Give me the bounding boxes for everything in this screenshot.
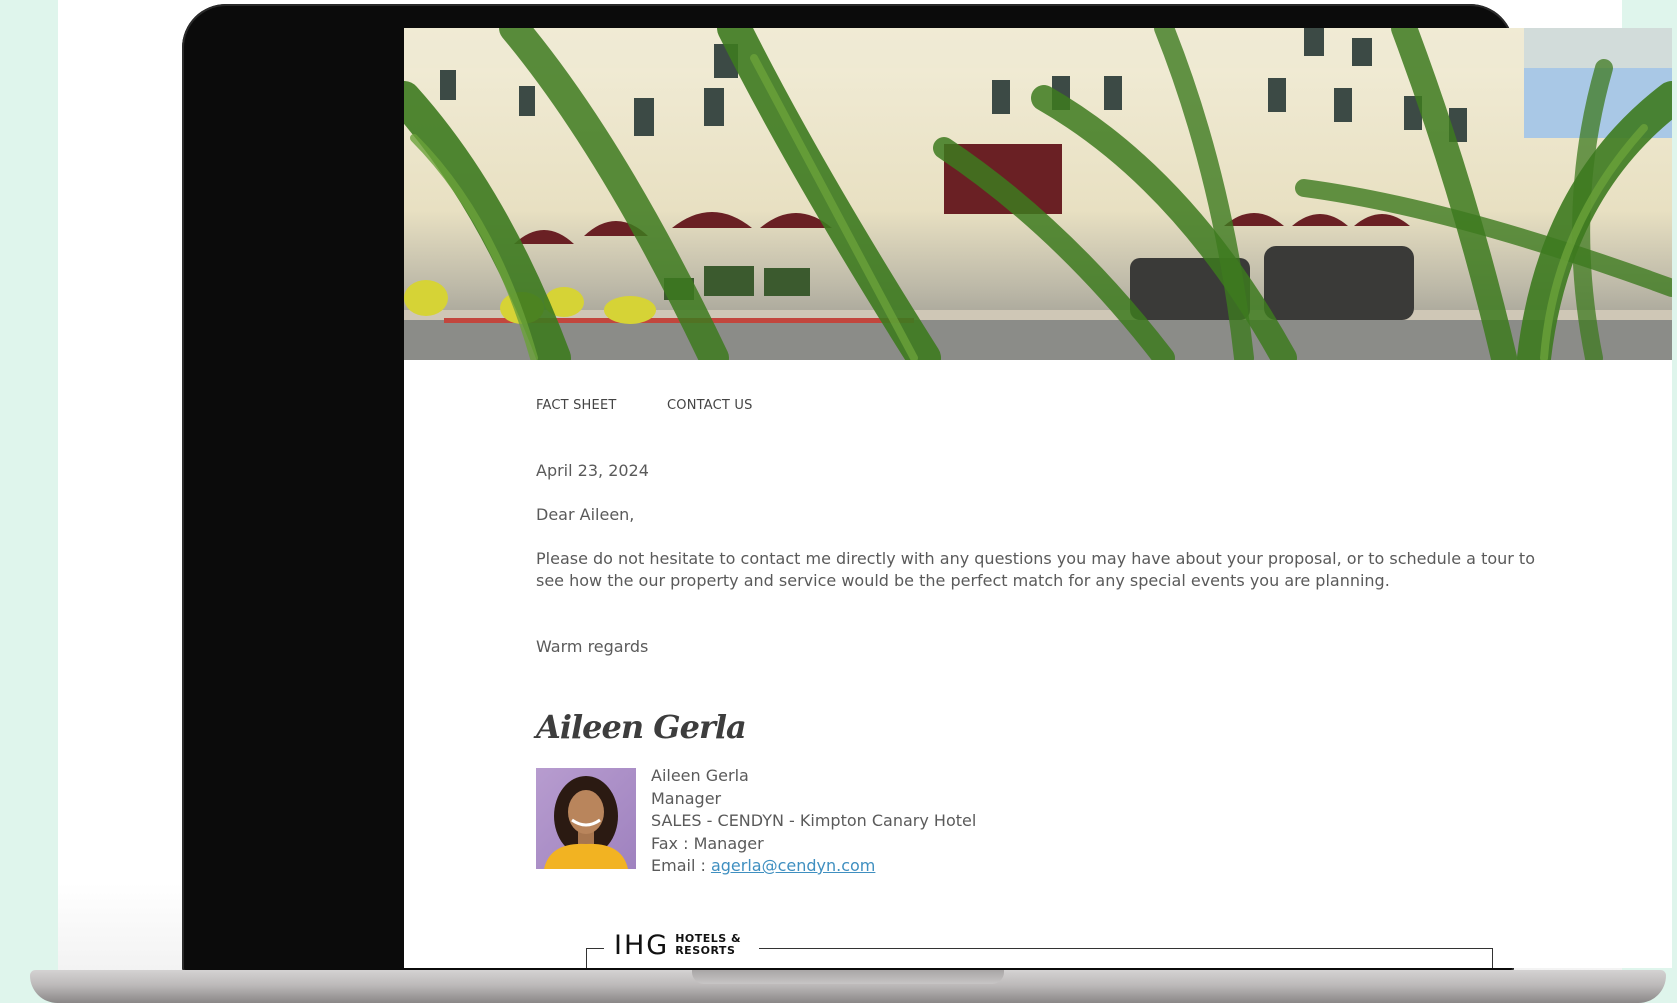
email-link[interactable]: agerla@cendyn.com xyxy=(711,856,875,875)
ihg-logo-words: HOTELS & RESORTS xyxy=(675,933,741,957)
nav-contact-us[interactable]: CONTACT US xyxy=(667,398,753,413)
letter-greeting: Dear Aileen, xyxy=(536,505,635,524)
person-photo-icon xyxy=(544,776,628,869)
contact-title: Manager xyxy=(651,788,722,808)
ihg-logo-mark: IHG xyxy=(614,929,670,961)
hotel-photo-illustration xyxy=(404,28,1672,360)
ihg-logo: IHG HOTELS & RESORTS xyxy=(604,928,760,962)
contact-name: Aileen Gerla xyxy=(651,766,749,785)
hero-image xyxy=(404,28,1672,360)
letter-closing: Warm regards xyxy=(536,637,649,656)
handwritten-signature: Aileen Gerla xyxy=(536,708,747,746)
contact-department: SALES - CENDYN - Kimpton Canary Hotel xyxy=(651,811,977,830)
avatar xyxy=(536,768,636,869)
contact-fax: Fax : Manager xyxy=(651,833,764,853)
letter-date: April 23, 2024 xyxy=(536,461,649,480)
nav-fact-sheet[interactable]: FACT SHEET xyxy=(536,398,617,413)
letter-paragraph: Please do not hesitate to contact me dir… xyxy=(536,549,1535,590)
laptop-lid: FACT SHEET CONTACT US April 23, 2024 Dea… xyxy=(182,4,1672,972)
ihg-logo-line2: RESORTS xyxy=(675,944,736,957)
laptop-screen: FACT SHEET CONTACT US April 23, 2024 Dea… xyxy=(404,28,1672,968)
laptop-notch xyxy=(692,970,1004,984)
contact-card: Aileen Gerla Manager SALES - CENDYN - Ki… xyxy=(651,765,976,878)
contact-email-row: Email : agerla@cendyn.com xyxy=(651,855,976,878)
email-label: Email : xyxy=(651,856,711,875)
